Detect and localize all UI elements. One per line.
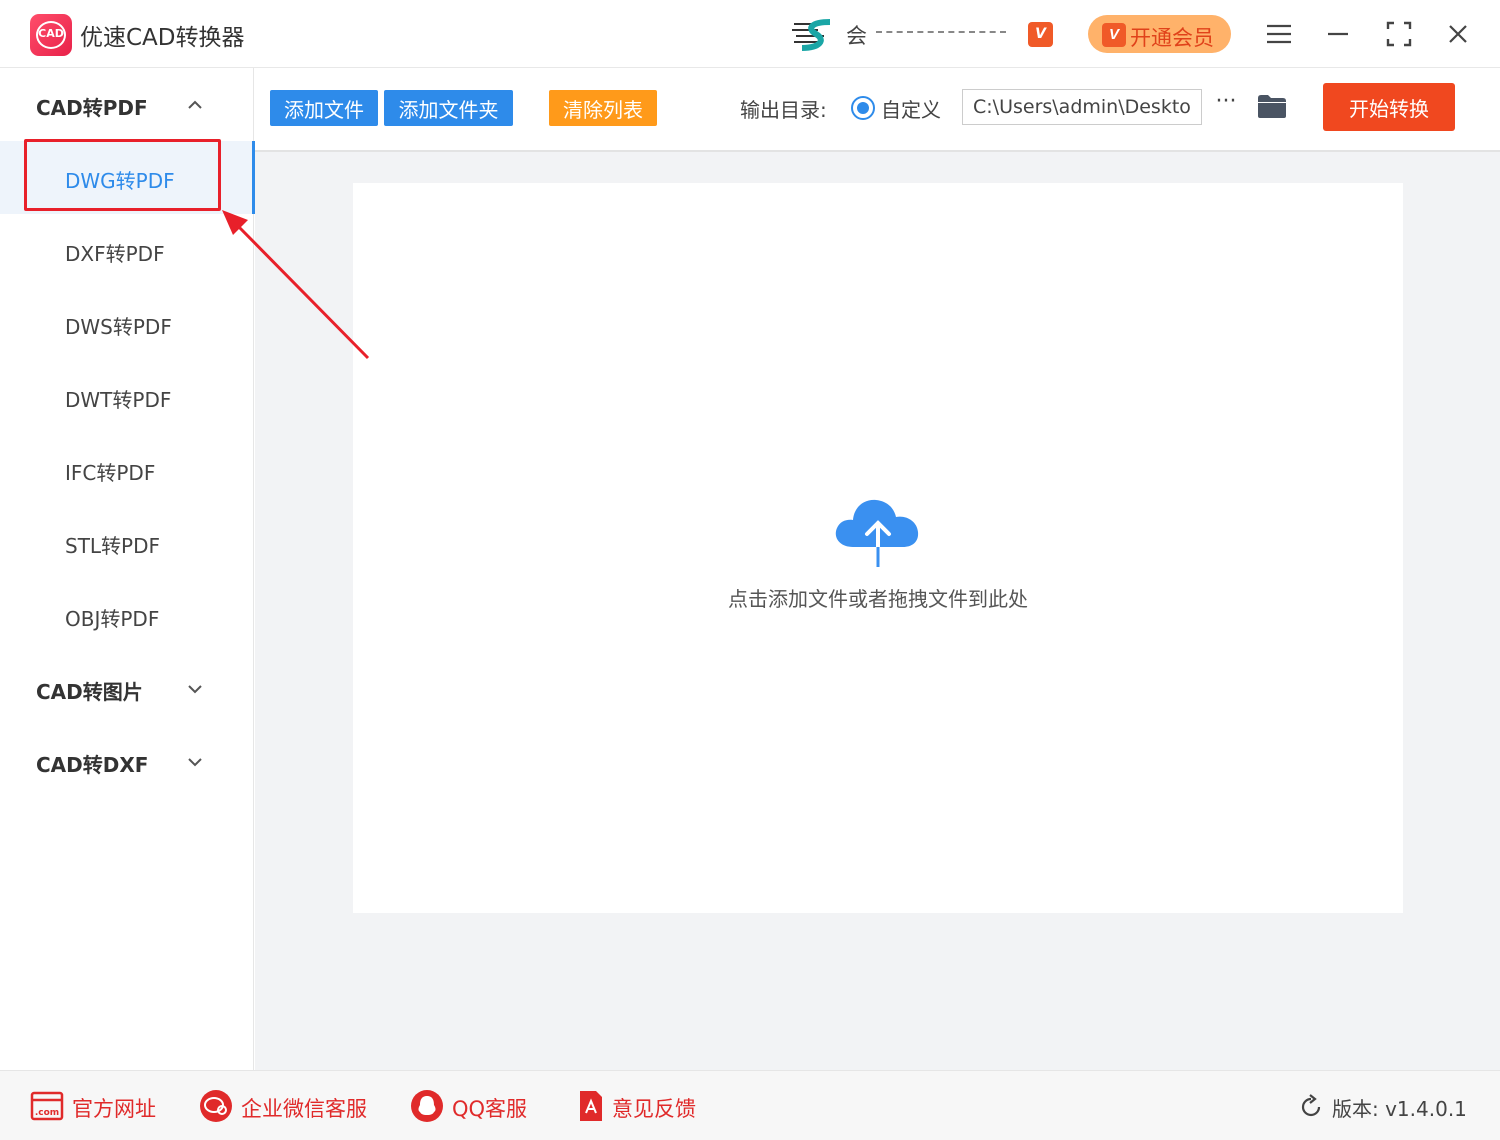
- sidebar-item-dxf-to-pdf[interactable]: DXF转PDF: [0, 214, 254, 287]
- website-icon: .com: [30, 1091, 64, 1121]
- group-cad-to-image[interactable]: CAD转图片: [0, 652, 254, 725]
- sidebar-item-dwt-to-pdf[interactable]: DWT转PDF: [0, 360, 254, 433]
- minimize-icon[interactable]: [1320, 16, 1356, 52]
- custom-dir-radio[interactable]: [851, 96, 875, 120]
- cloud-upload-icon: [835, 499, 919, 569]
- maximize-icon[interactable]: [1381, 16, 1417, 52]
- chevron-up-icon: [188, 100, 202, 109]
- title-bar: CAD 优速CAD转换器 会 V V 开通会员: [0, 0, 1500, 68]
- sidebar-item-obj-to-pdf[interactable]: OBJ转PDF: [0, 579, 254, 652]
- drop-hint: 点击添加文件或者拖拽文件到此处: [728, 587, 1028, 611]
- wechat-icon: [200, 1090, 232, 1122]
- file-drop-zone[interactable]: 点击添加文件或者拖拽文件到此处: [353, 183, 1403, 913]
- chevron-down-icon: [188, 685, 202, 694]
- app-title: 优速CAD转换器: [80, 25, 245, 51]
- folder-icon[interactable]: [1256, 92, 1288, 120]
- custom-dir-label: 自定义: [881, 98, 941, 122]
- upgrade-vip-label: 开通会员: [1130, 27, 1214, 50]
- user-avatar-icon: [792, 19, 831, 51]
- sidebar-item-ifc-to-pdf[interactable]: IFC转PDF: [0, 433, 254, 506]
- app-logo-icon: CAD: [30, 14, 72, 56]
- menu-icon[interactable]: [1261, 16, 1297, 52]
- upgrade-vip-button[interactable]: V 开通会员: [1088, 15, 1231, 53]
- footer-link-wechat-service[interactable]: 企业微信客服: [199, 1089, 374, 1125]
- svg-text:.com: .com: [35, 1108, 59, 1118]
- clear-list-button[interactable]: 清除列表: [549, 90, 657, 126]
- footer: .com 官方网址 企业微信客服 QQ客服 意见反馈 版本: v1.4.0.1: [0, 1070, 1500, 1140]
- sidebar-item-stl-to-pdf[interactable]: STL转PDF: [0, 506, 254, 579]
- qq-icon: [411, 1090, 443, 1122]
- main-area: 添加文件 添加文件夹 清除列表 输出目录: 自定义 ··· 开始转换 点击添加文…: [255, 68, 1500, 1070]
- vip-crown-icon: V: [1102, 23, 1126, 47]
- version-label: 版本: v1.4.0.1: [1332, 1097, 1467, 1121]
- feedback-icon: [580, 1091, 602, 1121]
- more-options-button[interactable]: ···: [1212, 91, 1240, 120]
- add-folder-button[interactable]: 添加文件夹: [384, 90, 513, 126]
- toolbar: 添加文件 添加文件夹 清除列表 输出目录: 自定义 ··· 开始转换: [255, 68, 1500, 152]
- sidebar-item-dws-to-pdf[interactable]: DWS转PDF: [0, 287, 254, 360]
- close-icon[interactable]: [1440, 16, 1476, 52]
- group-cad-to-dxf[interactable]: CAD转DXF: [0, 725, 254, 798]
- vip-badge-icon: V: [1028, 22, 1053, 47]
- footer-link-website[interactable]: .com 官方网址: [30, 1089, 160, 1125]
- refresh-icon[interactable]: [1298, 1094, 1324, 1120]
- sidebar: CAD转PDF DWG转PDF DXF转PDF DWS转PDF DWT转PDF …: [0, 68, 255, 1070]
- output-dir-label: 输出目录:: [740, 98, 827, 122]
- footer-link-qq-service[interactable]: QQ客服: [410, 1089, 535, 1125]
- output-path-input[interactable]: [962, 89, 1202, 125]
- group-cad-to-pdf[interactable]: CAD转PDF: [0, 68, 254, 141]
- masked-user-id: [876, 31, 1006, 33]
- annotation-highlight-box: [24, 139, 221, 211]
- chevron-down-icon: [188, 758, 202, 767]
- add-file-button[interactable]: 添加文件: [270, 90, 378, 126]
- user-name: 会: [846, 24, 867, 48]
- footer-link-feedback[interactable]: 意见反馈: [574, 1089, 704, 1125]
- start-convert-button[interactable]: 开始转换: [1323, 83, 1455, 131]
